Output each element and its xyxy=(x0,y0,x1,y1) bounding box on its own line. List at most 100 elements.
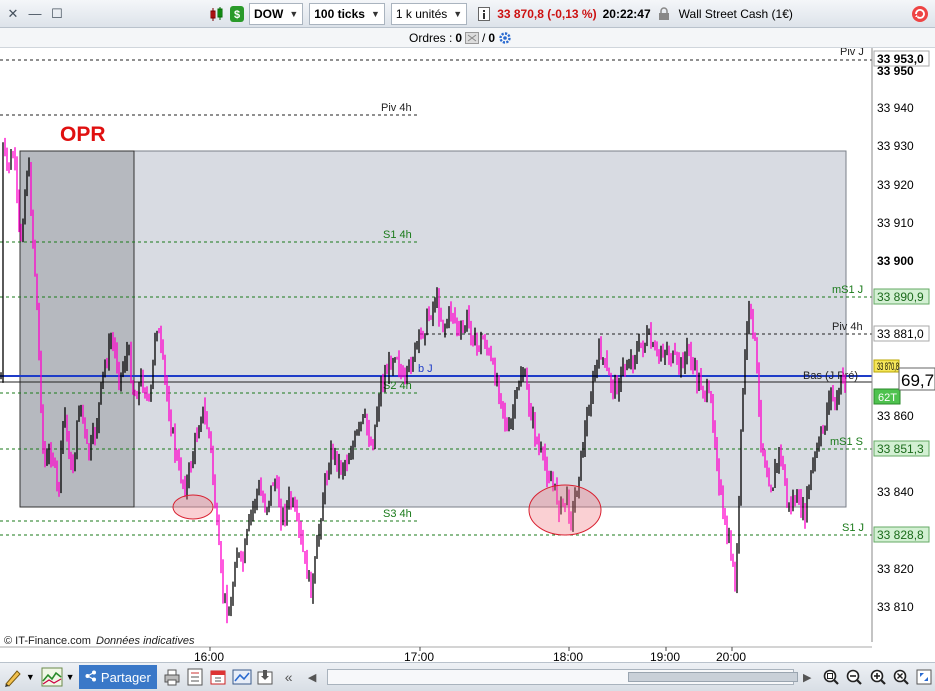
svg-text:$: $ xyxy=(234,9,240,21)
s1-4h-label: S1 4h xyxy=(383,229,412,241)
chevron-down-icon: ▼ xyxy=(289,8,299,19)
tag-ms1-j-text: 33 890,9 xyxy=(877,290,924,304)
price-tick: 33 920 xyxy=(877,178,914,192)
zoom-in-icon[interactable] xyxy=(867,666,888,688)
share-label: Partager xyxy=(100,669,151,685)
scroll-left-icon[interactable]: ◀ xyxy=(301,666,322,688)
candlestick-icon[interactable] xyxy=(208,5,226,23)
tag-piv-j-text: 33 953,0 xyxy=(877,52,924,66)
settings-gear-icon[interactable] xyxy=(498,31,512,45)
units-select[interactable]: 1 k unités ▼ xyxy=(390,2,468,25)
s3-4h-label: S3 4h xyxy=(383,508,412,520)
current-price-big-text: 69,7 xyxy=(901,371,934,390)
price-tick: 33 900 xyxy=(877,254,914,268)
price-tick: 33 810 xyxy=(877,600,914,614)
price-change: 33 870,8 (-0,13 %) xyxy=(497,6,597,21)
compare-chart-icon[interactable] xyxy=(231,666,252,688)
blue-line-label: b J xyxy=(418,363,433,375)
ms1-j-label: mS1 J xyxy=(832,284,863,296)
range-box xyxy=(19,150,847,508)
orders-count-2: 0 xyxy=(488,31,496,45)
scroll-right-icon[interactable]: ▶ xyxy=(796,666,817,688)
piv-4h-label-a: Piv 4h xyxy=(381,102,412,114)
share-icon xyxy=(85,670,97,685)
clock-time: 20:22:47 xyxy=(602,6,651,21)
indicator-chart-icon[interactable] xyxy=(41,666,63,688)
price-tick: 33 930 xyxy=(877,139,914,153)
tag-ms1-j: 33 890,9 xyxy=(873,288,930,305)
orders-cancel-icon[interactable] xyxy=(465,32,480,44)
instrument-label: DOW xyxy=(254,6,284,21)
highlight-ellipse-1 xyxy=(172,494,214,520)
price-chart[interactable]: OPR Piv J Piv 4h S1 4h S2 4h S3 4h b J m… xyxy=(0,48,935,662)
time-tick: 16:00 xyxy=(194,650,224,662)
dollar-icon[interactable]: $ xyxy=(228,5,246,23)
tag-s1-j: 33 828,8 xyxy=(873,526,930,543)
tag-current-text: 33 870,8 xyxy=(877,361,899,373)
lock-icon xyxy=(655,5,673,23)
time-tick: 20:00 xyxy=(716,650,746,662)
highlight-ellipse-2 xyxy=(528,484,602,536)
opr-label: OPR xyxy=(60,123,106,146)
print-icon[interactable] xyxy=(161,666,182,688)
tag-piv-4h-text: 33 881,0 xyxy=(877,327,924,341)
source-note: Données indicatives xyxy=(96,635,195,647)
price-tick: 33 840 xyxy=(877,485,914,499)
close-icon[interactable]: ✕ xyxy=(4,5,22,23)
bas-j-label: Bas (J Pré) xyxy=(803,370,858,382)
minimize-icon[interactable]: — xyxy=(26,5,44,23)
instrument-select[interactable]: DOW ▼ xyxy=(249,2,304,25)
time-tick: 18:00 xyxy=(553,650,583,662)
ticks-select[interactable]: 100 ticks ▼ xyxy=(309,2,385,25)
orders-label: Ordres : xyxy=(409,31,453,45)
export-icon[interactable] xyxy=(255,666,276,688)
pencil-draw-icon[interactable] xyxy=(2,666,23,688)
top-toolbar: ✕ — ☐ $ DOW ▼ 100 ticks ▼ 1 k unités ▼ 33 8… xyxy=(0,0,935,28)
chevron-down-icon[interactable]: ▼ xyxy=(65,666,75,688)
time-scrollbar[interactable] xyxy=(326,669,798,685)
zoom-out-icon[interactable] xyxy=(843,666,864,688)
price-tick: 33 820 xyxy=(877,562,914,576)
tag-piv-4h: 33 881,0 xyxy=(873,325,930,342)
units-label: 1 k unités xyxy=(395,6,448,21)
scroll-thumb[interactable] xyxy=(627,672,798,682)
source-label: © IT-Finance.com xyxy=(4,635,91,647)
trading-window: ✕ — ☐ $ DOW ▼ 100 ticks ▼ 1 k unités ▼ 33 8… xyxy=(0,0,935,691)
share-button[interactable]: Partager xyxy=(78,665,157,689)
time-tick: 19:00 xyxy=(650,650,680,662)
zoom-fit-icon[interactable] xyxy=(820,666,841,688)
reset-zoom-icon[interactable] xyxy=(890,666,911,688)
instrument-name: Wall Street Cash (1€) xyxy=(678,6,793,21)
refresh-icon[interactable] xyxy=(911,5,929,23)
tag-s1-j-text: 33 828,8 xyxy=(877,528,924,542)
price-tick: 33 940 xyxy=(877,101,914,115)
tag-62t: 62T xyxy=(873,388,901,405)
calendar-icon[interactable] xyxy=(208,666,229,688)
price-tick: 33 910 xyxy=(877,216,914,230)
orders-bar: Ordres : 0 / 0 xyxy=(0,28,935,48)
maximize-icon[interactable]: ☐ xyxy=(48,5,66,23)
price-tick: 33 860 xyxy=(877,409,914,423)
piv-j-label: Piv J xyxy=(840,48,864,58)
expand-icon[interactable] xyxy=(914,666,935,688)
info-icon[interactable] xyxy=(475,5,493,23)
chevron-down-icon: ▼ xyxy=(370,8,380,19)
current-price-big-tag: 69,7 xyxy=(898,367,935,391)
orders-separator: / xyxy=(482,31,486,45)
chevron-down-icon[interactable]: ▼ xyxy=(25,666,35,688)
chevron-down-icon: ▼ xyxy=(453,8,463,19)
orders-count-1: 0 xyxy=(455,31,463,45)
s1-j-label: S1 J xyxy=(842,522,864,534)
tag-ms1-s-text: 33 851,3 xyxy=(877,442,924,456)
tag-current-price: 33 870,8 xyxy=(873,359,900,373)
ms1-s-label: mS1 S xyxy=(830,436,863,448)
tag-62t-text: 62T xyxy=(878,392,897,404)
rewind-icon[interactable]: « xyxy=(278,666,299,688)
list-icon[interactable] xyxy=(184,666,205,688)
tag-ms1-s: 33 851,3 xyxy=(873,440,930,457)
piv-4h-label-b: Piv 4h xyxy=(832,321,863,333)
price-axis xyxy=(872,48,935,642)
bottom-toolbar: ▼ ▼ Partager « ◀ ▶ xyxy=(0,662,935,691)
tag-piv-j: 33 953,0 xyxy=(873,50,930,67)
ticks-label: 100 ticks xyxy=(314,6,365,21)
